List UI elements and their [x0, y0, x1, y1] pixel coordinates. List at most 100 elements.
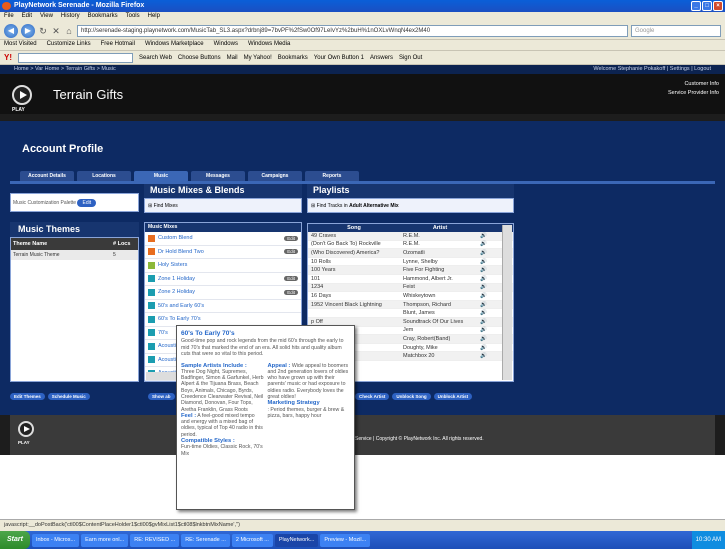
- speaker-icon[interactable]: 🔊: [480, 353, 490, 359]
- table-row[interactable]: 100 Years Five For Fighting 🔊: [308, 266, 513, 275]
- table-row[interactable]: Blunt, James 🔊: [308, 309, 513, 318]
- home-icon[interactable]: ⌂: [64, 26, 74, 36]
- mix-name[interactable]: Holy Sisters: [158, 262, 187, 268]
- tab-reports[interactable]: Reports: [305, 171, 359, 181]
- yahoo-logo-icon[interactable]: Y!: [4, 53, 12, 62]
- menu-history[interactable]: History: [61, 13, 80, 21]
- system-clock[interactable]: 10:30 AM: [691, 531, 725, 549]
- list-item[interactable]: 50's and Early 60's: [145, 300, 301, 313]
- mix-name[interactable]: Dr Hold Blend Two: [158, 249, 204, 255]
- check-artist-button[interactable]: Check Artist: [355, 393, 390, 400]
- forward-button[interactable]: ▶: [21, 23, 35, 38]
- mix-edit-button[interactable]: Edit: [284, 249, 298, 255]
- search-input[interactable]: Google: [631, 24, 721, 37]
- expand-icon[interactable]: ⊞: [148, 203, 152, 209]
- yahoo-sign-out[interactable]: Sign Out: [399, 55, 422, 61]
- list-item[interactable]: Zone 1 Holiday Edit: [145, 273, 301, 286]
- table-row[interactable]: (Don't Go Back To) Rockville R.E.M. 🔊: [308, 241, 513, 250]
- play-logo-icon[interactable]: [12, 85, 32, 105]
- yahoo-mail[interactable]: Mail: [227, 55, 238, 61]
- welcome-links[interactable]: Welcome Stephanie Pokakoff | Settings | …: [593, 66, 711, 73]
- speaker-icon[interactable]: 🔊: [480, 267, 490, 273]
- bookmark-windows-marketplace[interactable]: Windows Marketplace: [145, 41, 204, 49]
- taskbar-item[interactable]: Earn more onl...: [81, 533, 129, 547]
- tab-campaigns[interactable]: Campaigns: [248, 171, 302, 181]
- speaker-icon[interactable]: 🔊: [480, 345, 490, 351]
- show-about-button[interactable]: Show ab: [148, 393, 175, 400]
- mix-edit-button[interactable]: Edit: [284, 235, 298, 241]
- yahoo-search-input[interactable]: [18, 52, 133, 63]
- col-artist[interactable]: Artist: [400, 224, 480, 232]
- menu-tools[interactable]: Tools: [126, 13, 140, 21]
- mix-name[interactable]: 70's: [158, 330, 168, 336]
- menu-help[interactable]: Help: [148, 13, 160, 21]
- tab-account-details[interactable]: Account Details: [20, 171, 74, 181]
- taskbar-item[interactable]: RE: REVISED ...: [130, 533, 180, 547]
- find-tracks-field[interactable]: ⊞ Find Tracks in Adult Alternative Mix: [307, 198, 514, 213]
- col-locs[interactable]: # Locs: [111, 238, 132, 250]
- table-row[interactable]: 1952 Vincent Black Lightning Thompson, Ri…: [308, 300, 513, 310]
- speaker-icon[interactable]: 🔊: [480, 302, 490, 308]
- menu-edit[interactable]: Edit: [22, 13, 32, 21]
- speaker-icon[interactable]: 🔊: [480, 293, 490, 299]
- breadcrumb[interactable]: Home > Var Home > Terrain Gifts > Music: [14, 66, 116, 73]
- yahoo-search-web[interactable]: Search Web: [139, 55, 172, 61]
- unblock-artist-button[interactable]: Unblock Artist: [433, 393, 473, 400]
- schedule-music-button[interactable]: Schedule Music: [47, 393, 90, 400]
- menu-view[interactable]: View: [40, 13, 53, 21]
- customer-info-link[interactable]: Customer Info: [668, 80, 719, 89]
- col-song[interactable]: Song: [308, 224, 400, 232]
- stop-icon[interactable]: ✕: [51, 26, 61, 36]
- table-row[interactable]: 49 Craves R.E.M. 🔊: [308, 232, 513, 241]
- speaker-icon[interactable]: 🔊: [480, 327, 490, 333]
- mix-edit-button[interactable]: Edit: [284, 276, 298, 282]
- col-theme-name[interactable]: Theme Name: [11, 238, 111, 250]
- start-button[interactable]: Start: [0, 531, 30, 549]
- mix-name[interactable]: Custom Blend: [158, 235, 193, 241]
- mix-name[interactable]: 50's and Early 60's: [158, 303, 204, 309]
- find-mixes-field[interactable]: ⊞ Find Mixes: [144, 198, 302, 213]
- list-item[interactable]: Holy Sisters: [145, 259, 301, 273]
- table-row[interactable]: 1234 Feist 🔊: [308, 283, 513, 293]
- speaker-icon[interactable]: 🔊: [480, 259, 490, 265]
- table-row[interactable]: 16 Days Whiskeytown 🔊: [308, 292, 513, 301]
- speaker-icon[interactable]: 🔊: [480, 276, 490, 282]
- yahoo-my-yahoo[interactable]: My Yahoo!: [244, 55, 272, 61]
- menu-file[interactable]: File: [4, 13, 14, 21]
- provider-info-link[interactable]: Service Provider Info: [668, 89, 719, 98]
- taskbar-item[interactable]: Preview - Mozil...: [320, 533, 371, 547]
- speaker-icon[interactable]: 🔊: [480, 284, 490, 290]
- table-row[interactable]: Terrain Music Theme 5: [11, 250, 138, 260]
- tab-locations[interactable]: Locations: [77, 171, 131, 181]
- playlist-scrollbar[interactable]: [502, 225, 512, 380]
- taskbar-item-active[interactable]: PlayNetwork...: [274, 533, 319, 547]
- customization-edit-button[interactable]: Edit: [77, 199, 97, 207]
- speaker-icon[interactable]: 🔊: [480, 241, 490, 247]
- yahoo-bookmarks[interactable]: Bookmarks: [278, 55, 308, 61]
- expand-icon[interactable]: ⊞: [311, 203, 315, 209]
- yahoo-answers[interactable]: Answers: [370, 55, 393, 61]
- mix-name[interactable]: 60's To Early 70's: [158, 316, 201, 322]
- taskbar-item[interactable]: 2 Microsoft ...: [231, 533, 273, 547]
- edit-themes-button[interactable]: Edit Themes: [10, 393, 45, 400]
- bookmark-most-visited[interactable]: Most Visited: [4, 41, 37, 49]
- theme-name[interactable]: Terrain Music Theme: [11, 250, 111, 260]
- speaker-icon[interactable]: 🔊: [480, 310, 490, 316]
- bookmark-free-hotmail[interactable]: Free Hotmail: [101, 41, 135, 49]
- taskbar-item[interactable]: RE: Serenade ...: [181, 533, 230, 547]
- mix-name[interactable]: Zone 1 Holiday: [158, 276, 195, 282]
- bookmark-customize-links[interactable]: Customize Links: [47, 41, 91, 49]
- speaker-icon[interactable]: 🔊: [480, 319, 490, 325]
- mix-name[interactable]: Zone 2 Holiday: [158, 289, 195, 295]
- yahoo-choose-buttons[interactable]: Choose Buttons: [178, 55, 221, 61]
- mix-edit-button[interactable]: Edit: [284, 289, 298, 295]
- menu-bookmarks[interactable]: Bookmarks: [88, 13, 118, 21]
- list-item[interactable]: Custom Blend Edit: [145, 232, 301, 246]
- list-item[interactable]: Dr Hold Blend Two Edit: [145, 246, 301, 259]
- speaker-icon[interactable]: 🔊: [480, 250, 490, 256]
- table-row[interactable]: 101 Hammond, Albert Jr. 🔊: [308, 275, 513, 284]
- speaker-icon[interactable]: 🔊: [480, 336, 490, 342]
- tab-messages[interactable]: Messages: [191, 171, 245, 181]
- reload-icon[interactable]: ↻: [38, 26, 48, 36]
- maximize-button[interactable]: □: [702, 1, 712, 11]
